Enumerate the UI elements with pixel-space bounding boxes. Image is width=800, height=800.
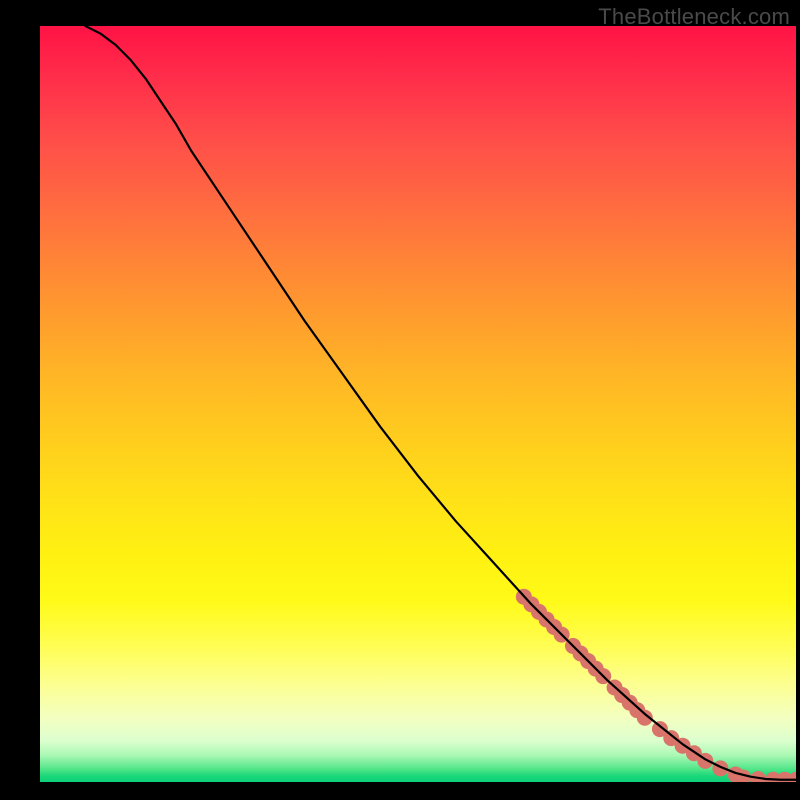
chart-overlay — [40, 26, 796, 782]
line-series-curve — [85, 26, 796, 780]
scatter-series — [516, 589, 796, 782]
watermark-text: TheBottleneck.com — [598, 4, 790, 30]
chart-frame: TheBottleneck.com — [0, 0, 800, 800]
